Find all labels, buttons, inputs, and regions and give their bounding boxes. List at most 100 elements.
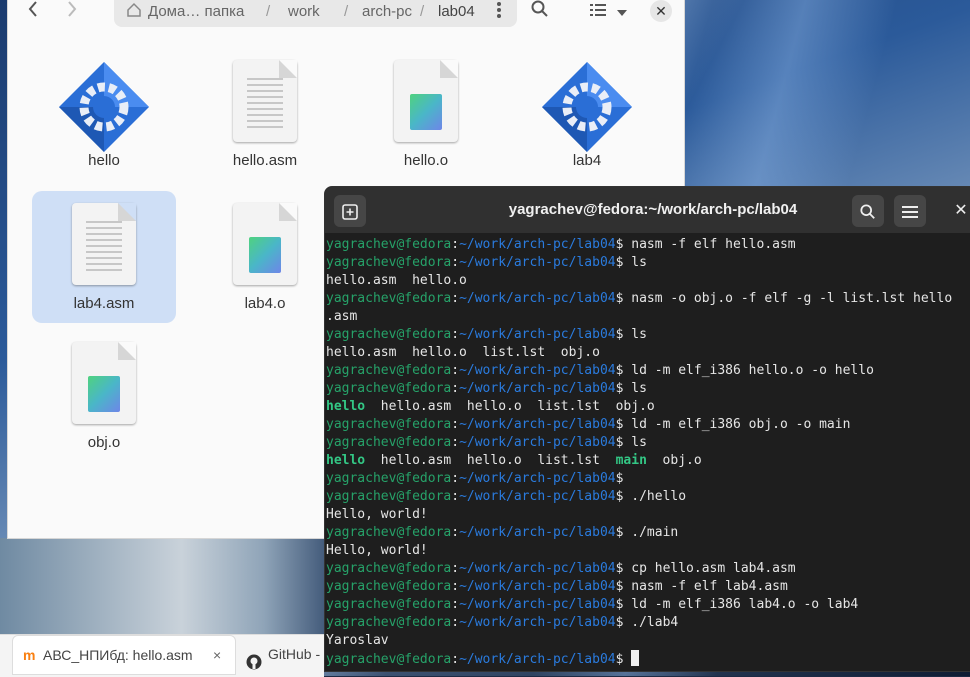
breadcrumb: Дома… папка / work / arch-pc / lab04: [114, 0, 517, 27]
terminal-line: yagrachev@fedora:~/work/arch-pc/lab04$: [326, 650, 970, 668]
prompt-colon: :: [451, 471, 460, 486]
terminal-menu-button[interactable]: [894, 195, 926, 227]
browser-tab-hello-asm[interactable]: m АВС_НПИбд: hello.asm ×: [12, 635, 236, 675]
breadcrumb-work[interactable]: work: [288, 0, 320, 24]
forward-button[interactable]: [57, 0, 87, 24]
prompt-colon: :: [451, 561, 460, 576]
prompt-path: ~/work/arch-pc/lab04: [459, 579, 616, 594]
prompt-user: yagrachev@fedora: [326, 435, 452, 450]
prompt-user: yagrachev@fedora: [326, 291, 452, 306]
browser-tab-github[interactable]: GitHub -: [244, 635, 324, 673]
terminal-line: yagrachev@fedora:~/work/arch-pc/lab04$ .…: [326, 488, 970, 506]
breadcrumb-separator: /: [344, 3, 349, 20]
prompt-colon: :: [451, 579, 460, 594]
terminal-output[interactable]: yagrachev@fedora:~/work/arch-pc/lab04$ n…: [326, 236, 970, 668]
prompt-user: yagrachev@fedora: [326, 615, 452, 630]
files-close-button[interactable]: ✕: [650, 0, 672, 22]
terminal-line: .asm: [326, 308, 970, 326]
terminal-search-button[interactable]: [852, 195, 884, 227]
file-item[interactable]: lab4: [515, 48, 659, 180]
view-list-button[interactable]: [586, 0, 610, 24]
prompt-colon: :: [451, 327, 460, 342]
object-file-icon: [233, 203, 297, 285]
command-text: nasm -f elf lab4.asm: [631, 579, 788, 594]
terminal-window: yagrachev@fedora:~/work/arch-pc/lab04 ✕ …: [324, 186, 970, 672]
file-label: hello.asm: [232, 152, 298, 169]
prompt-dollar: $: [615, 615, 632, 630]
file-item[interactable]: hello.asm: [193, 48, 337, 180]
terminal-close-button[interactable]: ✕: [951, 195, 970, 227]
terminal-line: Hello, world!: [326, 542, 970, 560]
command-text: nasm -o obj.o -f elf -g -l list.lst hell…: [631, 291, 953, 306]
file-item[interactable]: obj.o: [32, 330, 176, 462]
prompt-colon: :: [451, 615, 460, 630]
prompt-user: yagrachev@fedora: [326, 652, 452, 667]
terminal-line: Yaroslav: [326, 632, 970, 650]
command-text: ls: [631, 327, 647, 342]
output-text: hello.asm hello.o list.lst obj.o: [326, 345, 600, 360]
tab-close-icon[interactable]: ×: [213, 636, 221, 674]
prompt-dollar: $: [615, 597, 632, 612]
prompt-user: yagrachev@fedora: [326, 561, 452, 576]
prompt-colon: :: [451, 435, 460, 450]
prompt-colon: :: [451, 652, 460, 667]
search-icon: [860, 204, 875, 219]
file-item[interactable]: hello: [32, 48, 176, 180]
file-item[interactable]: hello.o: [354, 48, 498, 180]
search-icon: [531, 0, 548, 17]
prompt-path: ~/work/arch-pc/lab04: [459, 597, 616, 612]
terminal-line: yagrachev@fedora:~/work/arch-pc/lab04$ l…: [326, 434, 970, 452]
prompt-path: ~/work/arch-pc/lab04: [459, 652, 616, 667]
terminal-line: yagrachev@fedora:~/work/arch-pc/lab04$ l…: [326, 326, 970, 344]
command-text: nasm -f elf hello.asm: [631, 237, 796, 252]
tab-label: АВС_НПИбд: hello.asm: [43, 647, 193, 663]
files-headerbar: Дома… папка / work / arch-pc / lab04 ✕: [8, 0, 684, 28]
prompt-colon: :: [451, 237, 460, 252]
terminal-headerbar: yagrachev@fedora:~/work/arch-pc/lab04 ✕: [325, 187, 970, 233]
prompt-user: yagrachev@fedora: [326, 525, 452, 540]
prompt-path: ~/work/arch-pc/lab04: [459, 381, 616, 396]
prompt-user: yagrachev@fedora: [326, 363, 452, 378]
prompt-path: ~/work/arch-pc/lab04: [459, 417, 616, 432]
terminal-line: yagrachev@fedora:~/work/arch-pc/lab04$ n…: [326, 236, 970, 254]
file-label: lab4.asm: [73, 295, 135, 312]
output-text: hello.asm hello.o list.lst: [365, 453, 616, 468]
prompt-user: yagrachev@fedora: [326, 417, 452, 432]
file-item[interactable]: lab4.asm: [32, 191, 176, 323]
terminal-line: yagrachev@fedora:~/work/arch-pc/lab04$ .…: [326, 614, 970, 632]
back-button[interactable]: [18, 0, 48, 24]
file-label: hello: [88, 152, 120, 169]
prompt-dollar: $: [615, 435, 632, 450]
hamburger-icon: [902, 206, 918, 218]
prompt-colon: :: [451, 417, 460, 432]
breadcrumb-home[interactable]: Дома… папка: [148, 0, 244, 24]
prompt-path: ~/work/arch-pc/lab04: [459, 489, 616, 504]
terminal-line: hello hello.asm hello.o list.lst obj.o: [326, 398, 970, 416]
terminal-line: yagrachev@fedora:~/work/arch-pc/lab04$ .…: [326, 524, 970, 542]
output-text: .asm: [326, 309, 358, 324]
output-text: hello.asm hello.o list.lst obj.o: [365, 399, 655, 414]
prompt-path: ~/work/arch-pc/lab04: [459, 435, 616, 450]
output-text: obj.o: [646, 453, 702, 468]
home-icon[interactable]: [126, 0, 142, 24]
prompt-user: yagrachev@fedora: [326, 597, 452, 612]
prompt-dollar: $: [615, 561, 632, 576]
file-item[interactable]: lab4.o: [193, 191, 337, 323]
output-text: hello.asm hello.o: [326, 273, 467, 288]
prompt-path: ~/work/arch-pc/lab04: [459, 471, 616, 486]
prompt-user: yagrachev@fedora: [326, 237, 452, 252]
prompt-path: ~/work/arch-pc/lab04: [459, 561, 616, 576]
prompt-path: ~/work/arch-pc/lab04: [459, 327, 616, 342]
breadcrumb-arch-pc[interactable]: arch-pc: [362, 0, 412, 24]
path-menu-button[interactable]: [496, 0, 502, 24]
breadcrumb-lab04[interactable]: lab04: [438, 0, 475, 24]
prompt-user: yagrachev@fedora: [326, 489, 452, 504]
executable-icon: [542, 62, 632, 152]
file-label: hello.o: [403, 152, 449, 169]
view-options-button[interactable]: [612, 0, 632, 24]
prompt-colon: :: [451, 381, 460, 396]
prompt-dollar: $: [615, 471, 632, 486]
prompt-colon: :: [451, 255, 460, 270]
prompt-user: yagrachev@fedora: [326, 327, 452, 342]
search-button[interactable]: [528, 0, 552, 24]
